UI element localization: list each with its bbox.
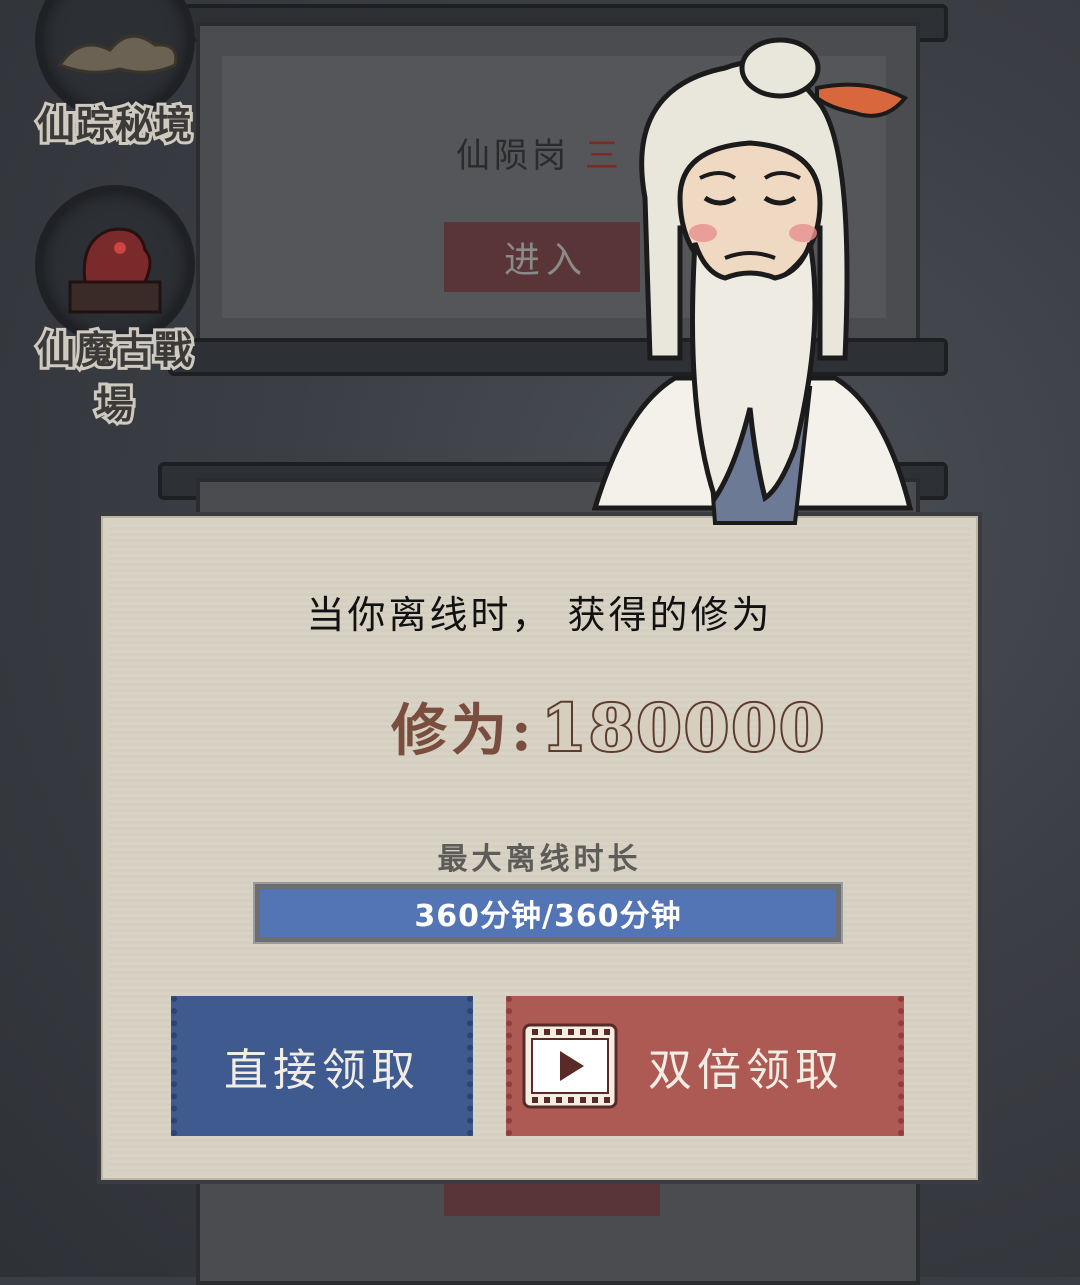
side-item-xianzong-mijing[interactable]: 仙踪秘境 <box>20 0 210 150</box>
video-icon <box>522 1023 618 1109</box>
double-claim-label: 双倍领取 <box>648 1045 844 1096</box>
side-item-xianmo-gu-zhanchang[interactable]: 仙魔古戰場 <box>20 185 210 430</box>
elder-character <box>591 37 914 525</box>
double-claim-button[interactable]: 双倍领取 <box>506 996 904 1136</box>
max-offline-label: 最大离线时长 <box>437 842 642 877</box>
reward-value: 180000 <box>540 689 827 768</box>
reward-label: 修为: <box>391 698 536 764</box>
dialog-heading: 当你离线时， 获得的修为 <box>306 593 773 637</box>
side-item-label: 仙魔古戰場 <box>34 324 195 430</box>
progress-text: 360分钟/360分钟 <box>414 899 682 934</box>
side-item-label: 仙踪秘境 <box>34 99 195 150</box>
claim-button-label: 直接领取 <box>224 1045 420 1096</box>
enter-button-background-lower[interactable] <box>444 1182 660 1216</box>
reward-row: 修为: 180000 <box>391 686 827 768</box>
offline-reward-dialog: 当你离线时， 获得的修为 修为: 180000 最大离线时长 360分钟/360… <box>97 512 982 1184</box>
claim-button[interactable]: 直接领取 <box>171 996 473 1136</box>
offline-progress-bar: 360分钟/360分钟 <box>255 884 841 942</box>
